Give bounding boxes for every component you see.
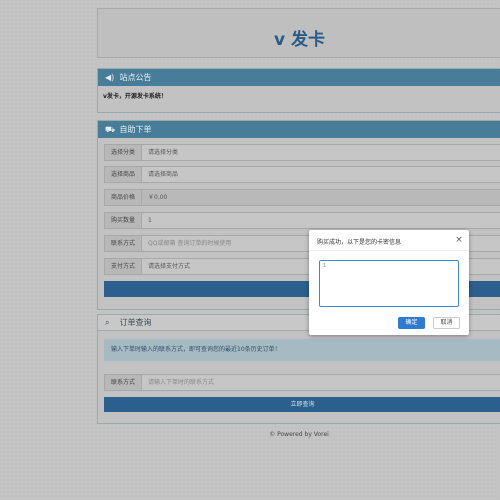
payment-value: 请选择支付方式 [148, 263, 191, 270]
close-icon[interactable]: × [453, 234, 465, 246]
search-icon: ⌕ [105, 318, 110, 327]
price-field: 商品价格 ￥0.00 [104, 189, 500, 206]
site-title: v 发卡 [274, 30, 325, 50]
main-container: v 发卡 ◀) 站点公告 v发卡，开源发卡系统！ ⛟ 自助下单 选择分类 请选择… [97, 8, 500, 448]
category-value: 请选择分类 [148, 149, 179, 156]
order-panel-header: ⛟ 自助下单 [98, 121, 500, 138]
category-select[interactable]: 选择分类 请选择分类 [104, 144, 500, 161]
contact-label: 联系方式 [105, 236, 142, 251]
footer: © Powered by Vorei [269, 431, 329, 438]
price-label: 商品价格 [105, 190, 142, 205]
card-info-textarea[interactable] [319, 260, 459, 307]
price-value: ￥0.00 [148, 194, 168, 201]
purchase-success-dialog: 购买成功，以下是您的卡密信息 × 确定 取消 [309, 230, 469, 335]
cancel-button[interactable]: 取消 [433, 317, 460, 329]
notice-panel: ◀) 站点公告 v发卡，开源发卡系统！ [97, 68, 500, 113]
quantity-label: 购买数量 [105, 213, 142, 228]
dialog-title: 购买成功，以下是您的卡密信息 [317, 239, 402, 246]
query-heading: 订单查询 [119, 318, 152, 327]
contact-placeholder: QQ或邮箱 查询订单的时候使用 [148, 240, 232, 247]
cart-icon: ⛟ [105, 125, 116, 134]
quantity-input[interactable]: 购买数量 1 [104, 212, 500, 229]
product-label: 选择商品 [105, 167, 142, 182]
site-header: v 发卡 [97, 8, 500, 58]
quantity-value: 1 [148, 217, 152, 224]
dialog-divider [309, 250, 469, 251]
query-button[interactable]: 立即查询 [104, 397, 500, 412]
notice-panel-header: ◀) 站点公告 [98, 69, 500, 86]
product-select[interactable]: 选择商品 请选择商品 [104, 166, 500, 183]
notice-body: v发卡，开源发卡系统！ [103, 93, 167, 100]
speaker-icon: ◀) [105, 73, 115, 82]
product-value: 请选择商品 [148, 171, 179, 178]
query-contact-input[interactable]: 联系方式 请输入下单时的联系方式 [104, 374, 500, 391]
order-heading: 自助下单 [119, 125, 152, 134]
query-contact-placeholder: 请输入下单时的联系方式 [148, 379, 215, 386]
query-tip: 输入下单时输入的联系方式，即可查询您的最近10条历史订单！ [104, 339, 500, 361]
payment-label: 支付方式 [105, 259, 142, 274]
notice-heading: 站点公告 [119, 73, 152, 82]
confirm-button[interactable]: 确定 [398, 317, 425, 329]
query-contact-label: 联系方式 [105, 375, 142, 390]
category-label: 选择分类 [105, 145, 142, 160]
